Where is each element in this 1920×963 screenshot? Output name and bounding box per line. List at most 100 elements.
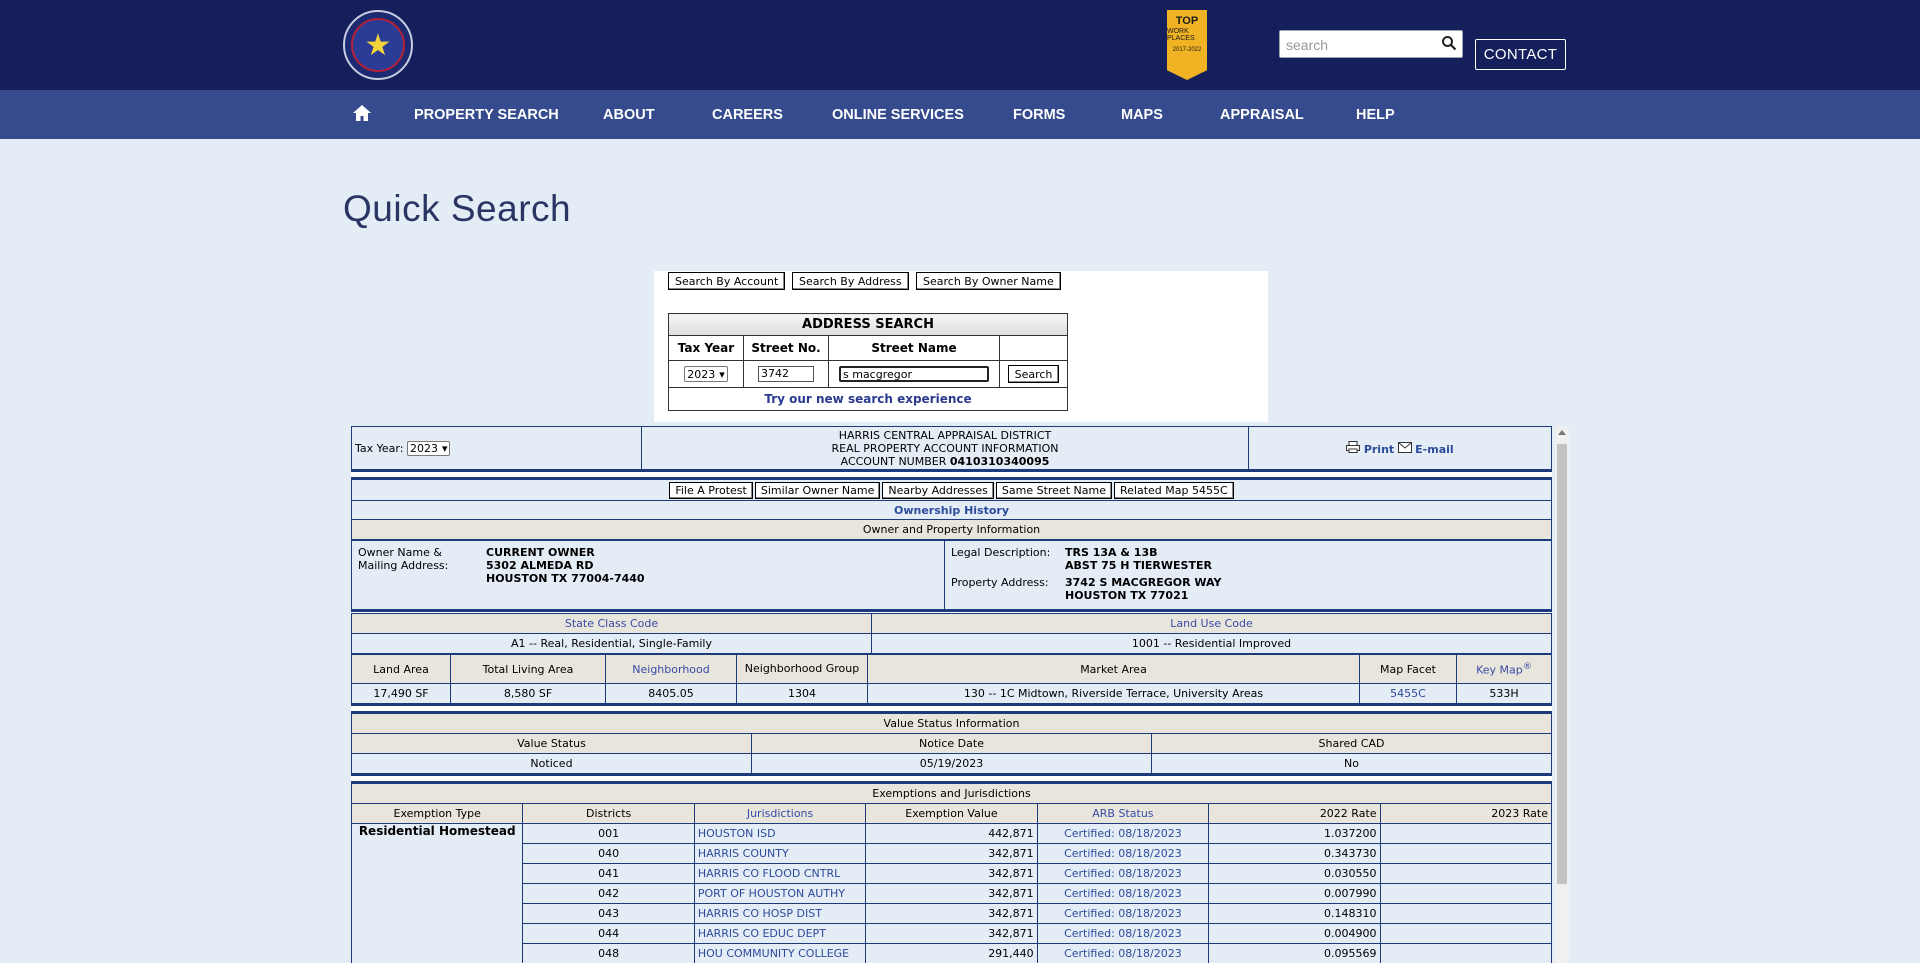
search-panel: Search By Account Search By Address Sear… bbox=[654, 271, 1268, 422]
rate-2023-cell bbox=[1379, 883, 1552, 904]
printer-icon bbox=[1346, 440, 1361, 453]
street-name-input[interactable]: s macgregor bbox=[839, 366, 989, 382]
neighborhood-header[interactable]: Neighborhood bbox=[605, 654, 737, 684]
legal-description-2: ABST 75 H TIERWESTER bbox=[1065, 559, 1212, 572]
related-map-button[interactable]: Related Map 5455C bbox=[1113, 481, 1234, 499]
top-workplaces-badge: TOP WORK PLACES 2017-2022 bbox=[1167, 10, 1207, 80]
jurisdiction-link[interactable]: HARRIS CO FLOOD CNTRL bbox=[693, 863, 867, 884]
arb-status-col[interactable]: ARB Status bbox=[1036, 803, 1210, 824]
arb-status-link[interactable]: Certified: 08/18/2023 bbox=[1036, 883, 1210, 904]
search-icon[interactable] bbox=[1441, 35, 1457, 51]
market-area-value: 130 -- 1C Midtown, Riverside Terrace, Un… bbox=[867, 683, 1360, 704]
shared-cad-value: No bbox=[1151, 753, 1552, 774]
land-use-header: Land Use Code bbox=[871, 613, 1552, 634]
key-map-label: Key Map bbox=[1476, 663, 1523, 677]
results-scrollbar[interactable] bbox=[1555, 426, 1569, 963]
exemption-value-cell: 291,440 bbox=[865, 943, 1038, 963]
table-row: 048 HOU COMMUNITY COLLEGE 291,440 Certified… bbox=[352, 943, 1552, 963]
rate-2022-cell: 0.030550 bbox=[1208, 863, 1381, 884]
arb-status-link[interactable]: Certified: 08/18/2023 bbox=[1036, 863, 1210, 884]
map-facet-link[interactable]: 5455C bbox=[1359, 683, 1457, 704]
badge-years: 2017-2022 bbox=[1172, 47, 1202, 53]
scroll-up-icon[interactable] bbox=[1558, 430, 1566, 435]
street-no-input[interactable]: 3742 bbox=[758, 366, 814, 382]
owner-section-header: Owner and Property Information bbox=[351, 519, 1552, 540]
tax-year-label: Tax Year: bbox=[355, 441, 404, 455]
similar-owner-button[interactable]: Similar Owner Name bbox=[754, 481, 881, 499]
file-protest-button[interactable]: File A Protest bbox=[669, 481, 753, 499]
arb-status-link[interactable]: Certified: 08/18/2023 bbox=[1036, 823, 1210, 844]
nav-maps[interactable]: MAPS bbox=[1121, 90, 1163, 139]
jurisdiction-link[interactable]: HARRIS CO HOSP DIST bbox=[693, 903, 867, 924]
email-link[interactable]: E-mail bbox=[1397, 441, 1454, 456]
nav-property-search[interactable]: PROPERTY SEARCH bbox=[414, 90, 559, 139]
district-name: HARRIS CENTRAL APPRAISAL DISTRICT bbox=[838, 428, 1052, 442]
print-label: Print bbox=[1363, 442, 1395, 456]
arb-status-link[interactable]: Certified: 08/18/2023 bbox=[1036, 923, 1210, 944]
col-street-no: Street No. bbox=[743, 335, 829, 361]
chevron-down-icon: ▾ bbox=[719, 367, 725, 381]
jurisdiction-link[interactable]: HARRIS CO EDUC DEPT bbox=[693, 923, 867, 944]
table-row: 044 HARRIS CO EDUC DEPT 342,871 Certified: … bbox=[352, 923, 1552, 944]
tax-year-select[interactable]: 2023 ▾ bbox=[684, 366, 728, 382]
exemption-rows: Residential Homestead 001 HOUSTON ISD 442,8… bbox=[351, 823, 1552, 963]
nav-online-services[interactable]: ONLINE SERVICES bbox=[832, 90, 964, 139]
land-table: Land Area Total Living Area Neighborhood… bbox=[351, 654, 1552, 704]
home-icon[interactable] bbox=[352, 103, 372, 123]
arb-status-link[interactable]: Certified: 08/18/2023 bbox=[1036, 843, 1210, 864]
result-tax-year-select[interactable]: 2023 ▾ bbox=[406, 440, 451, 456]
legal-description-1: TRS 13A & 13B bbox=[1065, 546, 1158, 559]
address-search-form: ADDRESS SEARCH Tax Year Street No. Stree… bbox=[668, 313, 1068, 411]
table-row: 041 HARRIS CO FLOOD CNTRL 342,871 Certified… bbox=[352, 863, 1552, 884]
exemptions-table: Exemptions and Jurisdictions Exemption T… bbox=[351, 783, 1552, 963]
table-row: 040 HARRIS COUNTY 342,871 Certified: 08/18/… bbox=[352, 843, 1552, 864]
jurisdiction-link[interactable]: HOUSTON ISD bbox=[693, 823, 867, 844]
search-by-account-button[interactable]: Search By Account bbox=[668, 272, 786, 290]
action-buttons: File A Protest Similar Owner Name Nearby A… bbox=[351, 479, 1552, 501]
print-link[interactable]: Print bbox=[1346, 440, 1397, 456]
nav-about[interactable]: ABOUT bbox=[603, 90, 655, 139]
jurisdiction-link[interactable]: HARRIS COUNTY bbox=[693, 843, 867, 864]
search-by-owner-button[interactable]: Search By Owner Name bbox=[916, 272, 1061, 290]
rate-2022-cell: 1.037200 bbox=[1208, 823, 1381, 844]
arb-status-link[interactable]: Certified: 08/18/2023 bbox=[1036, 903, 1210, 924]
table-row: Residential Homestead 001 HOUSTON ISD 442,8… bbox=[351, 823, 1552, 963]
mailing-address-label: Mailing Address: bbox=[358, 559, 449, 572]
rate-2022-cell: 0.004900 bbox=[1208, 923, 1381, 944]
nearby-addresses-button[interactable]: Nearby Addresses bbox=[882, 481, 994, 499]
col-street-name: Street Name bbox=[828, 335, 1000, 361]
contact-button[interactable]: CONTACT bbox=[1475, 39, 1566, 70]
rate-2023-cell bbox=[1379, 823, 1552, 844]
page-title: Quick Search bbox=[343, 188, 572, 229]
site-search-input[interactable] bbox=[1284, 32, 1438, 58]
jurisdiction-link[interactable]: HOU COMMUNITY COLLEGE bbox=[693, 943, 867, 963]
land-area-header: Land Area bbox=[351, 654, 451, 684]
nav-careers[interactable]: CAREERS bbox=[712, 90, 783, 139]
site-search-box bbox=[1279, 30, 1463, 58]
living-area-header: Total Living Area bbox=[450, 654, 606, 684]
same-street-button[interactable]: Same Street Name bbox=[995, 481, 1112, 499]
map-facet-header: Map Facet bbox=[1359, 654, 1457, 684]
state-class-header: State Class Code bbox=[351, 613, 872, 634]
jurisdictions-col[interactable]: Jurisdictions bbox=[693, 803, 867, 824]
nav-forms[interactable]: FORMS bbox=[1013, 90, 1065, 139]
rate-2023-cell bbox=[1379, 903, 1552, 924]
ownership-history-link[interactable]: Ownership History bbox=[894, 504, 1009, 517]
hcad-logo[interactable]: ★ bbox=[343, 10, 413, 80]
scrollbar-thumb[interactable] bbox=[1557, 444, 1567, 884]
class-codes-table: State Class Code Land Use Code A1 -- Rea… bbox=[351, 613, 1552, 654]
nav-appraisal[interactable]: APPRAISAL bbox=[1220, 90, 1304, 139]
key-map-header[interactable]: Key Map® bbox=[1456, 654, 1552, 684]
district-cell: 040 bbox=[522, 843, 695, 864]
jurisdiction-link[interactable]: PORT OF HOUSTON AUTHY bbox=[693, 883, 867, 904]
value-status-header: Value Status Information bbox=[351, 713, 1552, 734]
nav-help[interactable]: HELP bbox=[1356, 90, 1395, 139]
search-by-address-button[interactable]: Search By Address bbox=[792, 272, 909, 290]
address-search-button[interactable]: Search bbox=[1007, 365, 1060, 383]
arb-status-link[interactable]: Certified: 08/18/2023 bbox=[1036, 943, 1210, 963]
owner-info-table: Owner Name & Mailing Address: CURRENT OW… bbox=[351, 540, 1552, 610]
exemption-value-cell: 342,871 bbox=[865, 863, 1038, 884]
tax-year-value: 2023 bbox=[687, 367, 716, 381]
exemption-value-cell: 342,871 bbox=[865, 883, 1038, 904]
new-search-experience-link[interactable]: Try our new search experience bbox=[764, 392, 971, 406]
